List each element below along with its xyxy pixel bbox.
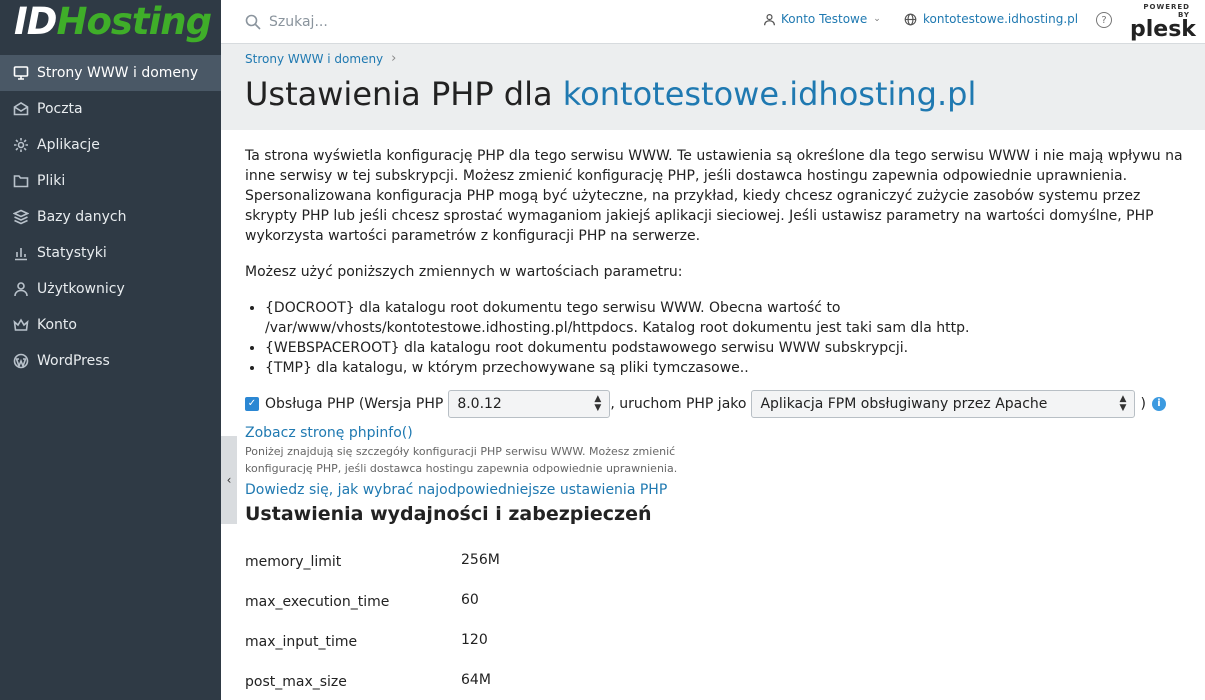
param-row: post_max_size 64M: [245, 656, 1185, 696]
param-key: post_max_size: [245, 674, 347, 690]
sidebar-item-statistics[interactable]: Statystyki: [0, 235, 221, 271]
sidebar-collapse-button[interactable]: ‹: [221, 436, 237, 524]
plesk-logo: POWERED BY plesk: [1130, 3, 1196, 42]
list-item: {DOCROOT} dla katalogu root dokumentu te…: [265, 298, 1185, 338]
search-icon: [245, 14, 261, 30]
sidebar-item-label: Konto: [37, 317, 77, 333]
php-hint: Poniżej znajdują się szczegóły konfigura…: [245, 445, 678, 475]
param-row: max_input_time 120: [245, 616, 1185, 656]
database-icon: [12, 208, 30, 226]
sidebar-item-label: Aplikacje: [37, 137, 100, 153]
param-row: memory_limit 256M: [245, 536, 1185, 576]
param-value[interactable]: 64M: [461, 670, 491, 690]
chevron-left-icon: ‹: [226, 473, 232, 487]
page-title: Ustawienia PHP dla kontotestowe.idhostin…: [245, 75, 977, 113]
param-value[interactable]: 60: [461, 590, 479, 610]
param-value[interactable]: 256M: [461, 550, 500, 570]
breadcrumb-item[interactable]: Strony WWW i domeny: [245, 52, 383, 66]
sidebar-item-account[interactable]: Konto: [0, 307, 221, 343]
param-key: max_execution_time: [245, 594, 390, 610]
sidebar-item-files[interactable]: Pliki: [0, 163, 221, 199]
sidebar-nav: Strony WWW i domeny Poczta Aplikacje Pli…: [0, 55, 221, 379]
list-item: {TMP} dla katalogu, w którym przechowywa…: [265, 358, 1185, 378]
account-menu[interactable]: Konto Testowe ⌄: [763, 12, 881, 26]
sidebar-item-label: WordPress: [37, 353, 110, 369]
sidebar-item-label: Poczta: [37, 101, 83, 117]
bar-chart-icon: [12, 244, 30, 262]
sidebar: IDHosting Strony WWW i domeny Poczta Apl…: [0, 0, 221, 700]
param-row: max_execution_time 60: [245, 576, 1185, 616]
sidebar-item-wordpress[interactable]: WordPress: [0, 343, 221, 379]
user-icon: [764, 13, 775, 25]
sidebar-item-websites[interactable]: Strony WWW i domeny: [0, 55, 221, 91]
globe-icon: [904, 13, 917, 25]
folder-icon: [12, 172, 30, 190]
sidebar-item-label: Strony WWW i domeny: [37, 65, 199, 81]
breadcrumb: Strony WWW i domeny ›: [245, 51, 396, 66]
phpinfo-link[interactable]: Zobacz stronę phpinfo(): [245, 423, 1185, 443]
search-input[interactable]: [269, 13, 669, 30]
param-key: max_input_time: [245, 634, 358, 650]
title-band: Strony WWW i domeny › Ustawienia PHP dla…: [221, 44, 1205, 130]
account-label: Konto Testowe: [781, 12, 868, 26]
sidebar-item-label: Statystyki: [37, 245, 107, 261]
domain-label: kontotestowe.idhosting.pl: [923, 12, 1079, 26]
info-icon[interactable]: i: [1151, 397, 1166, 411]
page-title-domain[interactable]: kontotestowe.idhosting.pl: [563, 75, 977, 113]
crown-icon: [12, 316, 30, 334]
sidebar-item-users[interactable]: Użytkownicy: [0, 271, 221, 307]
sidebar-item-mail[interactable]: Poczta: [0, 91, 221, 127]
domain-selector[interactable]: kontotestowe.idhosting.pl: [904, 12, 1078, 26]
chevron-right-icon: ›: [391, 51, 397, 66]
mail-icon: [12, 100, 30, 118]
section-title: Ustawienia wydajności i zabezpieczeń: [245, 503, 652, 525]
param-value[interactable]: 120: [461, 630, 488, 650]
sidebar-item-applications[interactable]: Aplikacje: [0, 127, 221, 163]
intro-text: Ta strona wyświetla konfigurację PHP dla…: [245, 148, 1183, 244]
gear-icon: [12, 136, 30, 154]
brand-logo[interactable]: IDHosting: [0, 0, 221, 44]
param-key: memory_limit: [245, 554, 342, 570]
chevron-down-icon: ⌄: [873, 14, 881, 24]
vars-list: {DOCROOT} dla katalogu root dokumentu te…: [265, 298, 1185, 378]
list-item: {WEBSPACEROOT} dla katalogu root dokumen…: [265, 338, 1185, 358]
select-arrows-icon: ▲ ▼: [1119, 394, 1127, 413]
php-handler-select[interactable]: Aplikacja FPM obsługiwany przez Apache ▲…: [751, 390, 1136, 418]
php-support-label: Obsługa PHP (Wersja PHP: [265, 396, 444, 412]
php-run-label: , uruchom PHP jako: [610, 396, 747, 412]
select-arrows-icon: ▲ ▼: [594, 394, 602, 413]
php-support-row: ✓ Obsługa PHP (Wersja PHP 8.0.12 ▲ ▼ , ur…: [245, 390, 1185, 418]
sidebar-item-label: Użytkownicy: [37, 281, 125, 297]
user-icon: [12, 280, 30, 298]
help-icon[interactable]: ?: [1096, 12, 1112, 28]
learn-more-link[interactable]: Dowiedz się, jak wybrać najodpowiedniejs…: [245, 480, 1185, 500]
main-content: Ta strona wyświetla konfigurację PHP dla…: [245, 146, 1185, 696]
sidebar-item-label: Pliki: [37, 173, 66, 189]
php-support-checkbox[interactable]: ✓: [245, 397, 259, 411]
monitor-icon: [12, 64, 30, 82]
sidebar-item-label: Bazy danych: [37, 209, 127, 225]
wordpress-icon: [12, 352, 30, 370]
php-version-select[interactable]: 8.0.12 ▲ ▼: [448, 390, 611, 418]
search-box: [245, 13, 725, 30]
param-list: memory_limit 256M max_execution_time 60 …: [245, 536, 1185, 696]
sidebar-item-databases[interactable]: Bazy danych: [0, 199, 221, 235]
top-bar: Konto Testowe ⌄ kontotestowe.idhosting.p…: [221, 0, 1205, 44]
vars-intro: Możesz użyć poniższych zmiennych w warto…: [245, 264, 683, 280]
